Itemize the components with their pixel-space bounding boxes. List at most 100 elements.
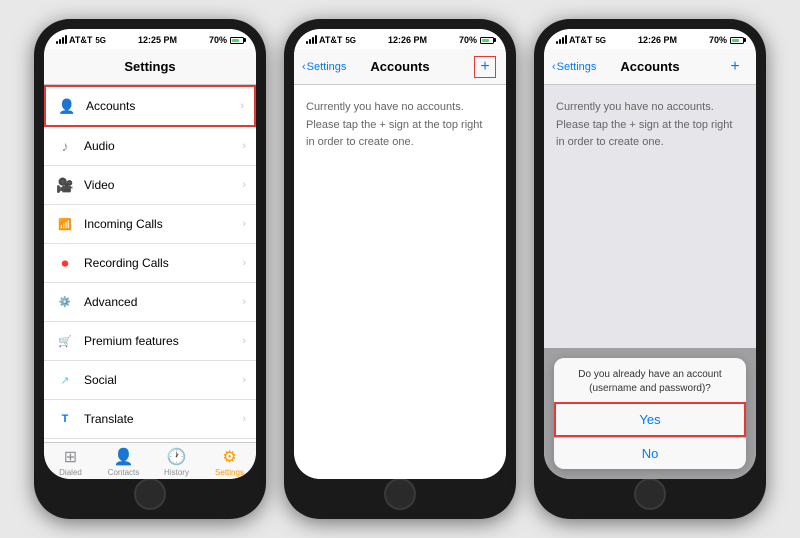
nav-title-3: Accounts (620, 59, 679, 74)
premium-icon: 🛒 (54, 330, 76, 352)
time-label-3: 12:26 PM (638, 35, 677, 45)
incoming-icon: 📶 (54, 213, 76, 235)
time-label: 12:25 PM (138, 35, 177, 45)
battery-icon-2 (480, 37, 494, 44)
translate-icon: T (54, 408, 76, 430)
back-button-3[interactable]: ‹ Settings (552, 61, 596, 73)
settings-tab-label: Settings (215, 468, 244, 477)
audio-icon: ♪ (54, 135, 76, 157)
back-chevron-2: ‹ (302, 61, 306, 73)
audio-chevron: › (242, 140, 246, 152)
dialed-label: Dialed (59, 468, 82, 477)
carrier-label: AT&T (69, 35, 92, 45)
add-icon-3: + (730, 58, 739, 76)
home-button-3[interactable] (634, 478, 666, 510)
settings-item-social[interactable]: ↗ Social › (44, 361, 256, 400)
settings-item-audio[interactable]: ♪ Audio › (44, 127, 256, 166)
nav-bar-1: Settings (44, 49, 256, 85)
settings-item-accounts[interactable]: 👤 Accounts › (44, 85, 256, 127)
battery-icon (230, 37, 244, 44)
status-bar-3: AT&T 5G 12:26 PM 70% (544, 29, 756, 49)
no-button[interactable]: No (554, 437, 746, 469)
history-icon: 🕐 (167, 447, 187, 467)
advanced-icon: ⚙️ (54, 291, 76, 313)
yes-button[interactable]: Yes (554, 402, 746, 437)
network-label: 5G (95, 36, 106, 45)
no-accounts-message-2: Currently you have no accounts. Please t… (294, 85, 506, 479)
premium-chevron: › (242, 335, 246, 347)
accounts-chevron: › (240, 100, 244, 112)
tab-contacts[interactable]: 👤 Contacts (97, 447, 150, 477)
battery-label-2: 70% (459, 35, 477, 45)
home-button-1[interactable] (134, 478, 166, 510)
tab-settings[interactable]: ⚙ Settings (203, 447, 256, 477)
back-label-2: Settings (307, 61, 347, 73)
battery-label: 70% (209, 35, 227, 45)
phone-3: AT&T 5G 12:26 PM 70% ‹ Settings Accounts (534, 19, 766, 519)
tab-bar-1: ⊞ Dialed 👤 Contacts 🕐 History ⚙ Settings (44, 442, 256, 479)
nav-title-1: Settings (124, 59, 175, 74)
signal-icon-2 (306, 36, 317, 44)
settings-item-advanced[interactable]: ⚙️ Advanced › (44, 283, 256, 322)
recording-label: Recording Calls (84, 256, 234, 270)
tab-dialed[interactable]: ⊞ Dialed (44, 447, 97, 477)
settings-item-recording[interactable]: ⏺ Recording Calls › (44, 244, 256, 283)
back-label-3: Settings (557, 61, 597, 73)
settings-icon: ⚙ (222, 447, 236, 467)
dialog-overlay: Do you already have an account (username… (544, 348, 756, 479)
dialog-question: Do you already have an account (username… (554, 358, 746, 402)
contacts-icon: 👤 (114, 447, 134, 467)
nav-bar-3: ‹ Settings Accounts + (544, 49, 756, 85)
status-bar-2: AT&T 5G 12:26 PM 70% (294, 29, 506, 49)
signal-icon (56, 36, 67, 44)
premium-label: Premium features (84, 334, 234, 348)
settings-list: 👤 Accounts › ♪ Audio › 🎥 Video › 📶 Incom… (44, 85, 256, 442)
phone-1: AT&T 5G 12:25 PM 70% Settings 👤 (34, 19, 266, 519)
carrier-label-2: AT&T (319, 35, 342, 45)
add-icon: + (480, 58, 489, 76)
translate-label: Translate (84, 412, 234, 426)
battery-icon-3 (730, 37, 744, 44)
incoming-chevron: › (242, 218, 246, 230)
social-icon: ↗ (54, 369, 76, 391)
nav-title-2: Accounts (370, 59, 429, 74)
battery-label-3: 70% (709, 35, 727, 45)
video-chevron: › (242, 179, 246, 191)
network-label-3: 5G (595, 36, 606, 45)
dialed-icon: ⊞ (64, 447, 77, 467)
advanced-chevron: › (242, 296, 246, 308)
translate-chevron: › (242, 413, 246, 425)
contacts-label: Contacts (108, 468, 140, 477)
settings-item-incoming[interactable]: 📶 Incoming Calls › (44, 205, 256, 244)
video-label: Video (84, 178, 234, 192)
back-button-2[interactable]: ‹ Settings (302, 61, 346, 73)
advanced-label: Advanced (84, 295, 234, 309)
audio-label: Audio (84, 139, 234, 153)
time-label-2: 12:26 PM (388, 35, 427, 45)
tab-history[interactable]: 🕐 History (150, 447, 203, 477)
social-chevron: › (242, 374, 246, 386)
accounts-label: Accounts (86, 99, 232, 113)
settings-item-video[interactable]: 🎥 Video › (44, 166, 256, 205)
settings-item-translate[interactable]: T Translate › (44, 400, 256, 439)
accounts-icon: 👤 (56, 95, 78, 117)
phone-2: AT&T 5G 12:26 PM 70% ‹ Settings Accounts (284, 19, 516, 519)
social-label: Social (84, 373, 234, 387)
carrier-label-3: AT&T (569, 35, 592, 45)
account-dialog: Do you already have an account (username… (554, 358, 746, 469)
settings-item-information[interactable]: ℹ Information › (44, 439, 256, 442)
add-account-button[interactable]: + (474, 56, 496, 78)
status-bar-1: AT&T 5G 12:25 PM 70% (44, 29, 256, 49)
add-account-button-3[interactable]: + (724, 56, 746, 78)
signal-icon-3 (556, 36, 567, 44)
recording-chevron: › (242, 257, 246, 269)
network-label-2: 5G (345, 36, 356, 45)
settings-item-premium[interactable]: 🛒 Premium features › (44, 322, 256, 361)
history-label: History (164, 468, 189, 477)
home-button-2[interactable] (384, 478, 416, 510)
nav-bar-2: ‹ Settings Accounts + (294, 49, 506, 85)
video-icon: 🎥 (54, 174, 76, 196)
back-chevron-3: ‹ (552, 61, 556, 73)
incoming-label: Incoming Calls (84, 217, 234, 231)
recording-icon: ⏺ (54, 252, 76, 274)
